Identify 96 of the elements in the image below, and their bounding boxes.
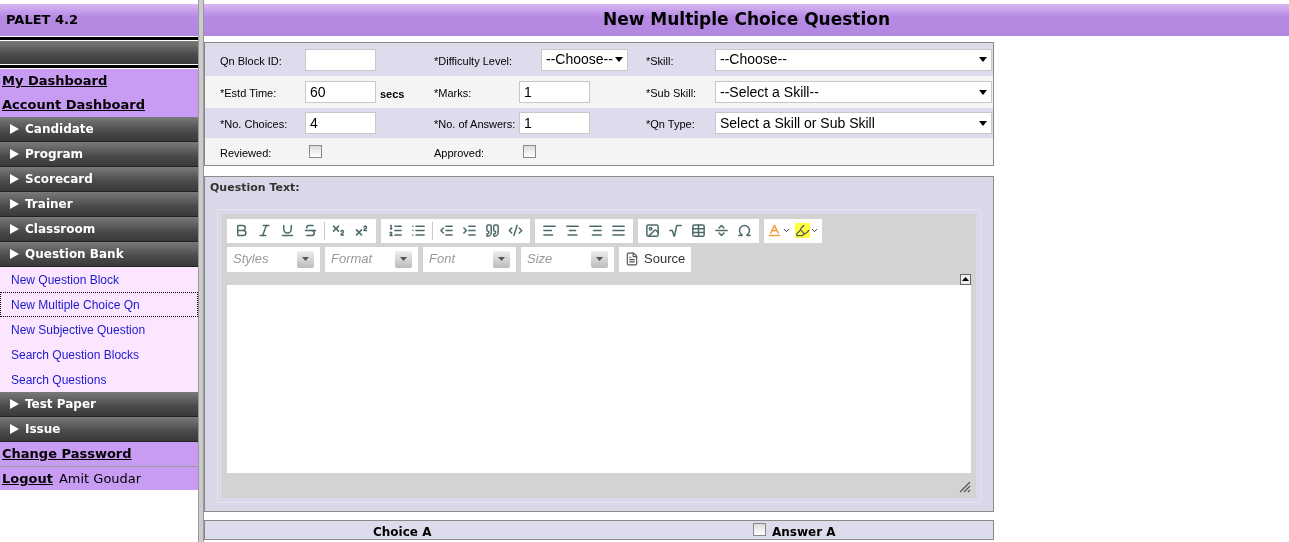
submenu-item[interactable]: Search Question Blocks [0, 342, 198, 367]
text-color-button[interactable] [767, 223, 791, 238]
menu-section[interactable]: Test Paper [0, 392, 198, 417]
highlighter-icon [795, 223, 810, 238]
field-label: *No. of Answers: [434, 118, 516, 130]
checkbox[interactable] [523, 145, 536, 158]
source-button[interactable]: Source [619, 246, 692, 272]
horizontal-rule-icon [714, 223, 729, 238]
triangle-icon [10, 249, 19, 259]
strikethrough-icon [303, 223, 318, 238]
triangle-icon [10, 424, 19, 434]
user-name: Amit Goudar [58, 469, 142, 488]
triangle-icon [10, 174, 19, 184]
text-input[interactable]: 4 [305, 112, 376, 134]
quote-icon [485, 223, 500, 238]
superscript-icon [354, 223, 369, 238]
justify-icon [611, 223, 626, 238]
resize-grip-icon [959, 480, 971, 493]
choice-heading: Choice A [373, 523, 433, 541]
submenu-item[interactable]: Search Questions [0, 367, 198, 392]
section-label: Issue [25, 421, 61, 438]
text-input[interactable]: 1 [519, 112, 590, 134]
section-label: Test Paper [25, 396, 96, 413]
text-input[interactable]: 1 [519, 81, 590, 103]
caret-icon [810, 226, 819, 235]
field-label: *Marks: [434, 87, 472, 99]
submenu-item[interactable]: New Multiple Choice Qn [0, 292, 198, 317]
dropdown-arrow-icon [979, 57, 987, 62]
answer-checkbox[interactable] [753, 522, 766, 536]
dropdown-arrow-icon [615, 57, 623, 62]
italic-icon [257, 223, 272, 238]
document-icon [625, 252, 639, 266]
menu-section[interactable]: Trainer [0, 192, 198, 217]
page-header: New Multiple Choice Question [204, 4, 1289, 36]
table-icon [691, 223, 706, 238]
checkbox[interactable] [309, 145, 322, 158]
outdent-icon [439, 223, 454, 238]
triangle-icon [10, 124, 19, 134]
section-label: Program [25, 146, 84, 163]
field-label: *Sub Skill: [646, 87, 697, 99]
text-input[interactable] [305, 48, 376, 71]
numbered-list-icon [388, 223, 403, 238]
dropdown[interactable]: Select a Skill or Sub Skill [715, 112, 992, 134]
menu-section[interactable]: Question Bank [0, 242, 198, 267]
caret-icon [782, 226, 791, 235]
logout-link[interactable]: Logout [2, 468, 53, 489]
menu-section[interactable]: Classroom [0, 217, 198, 242]
field-label: *Estd Time: [220, 87, 277, 99]
dropdown-arrow-icon [979, 120, 987, 126]
dropdown-arrow-icon [979, 89, 987, 95]
field-label: *Qn Type: [646, 118, 695, 130]
collapse-toolbar-button[interactable] [960, 273, 971, 285]
field-label: *Difficulty Level: [434, 54, 513, 67]
field-label: Approved: [434, 146, 485, 159]
div-icon [508, 223, 523, 238]
bold-icon [234, 223, 249, 238]
indent-icon [462, 223, 477, 238]
triangle-icon [10, 149, 19, 159]
align-right-icon [588, 223, 603, 238]
up-triangle-icon [962, 277, 969, 281]
section-label: Scorecard [25, 171, 93, 188]
underline-icon [280, 223, 295, 238]
subscript-icon [331, 223, 346, 238]
text-input[interactable]: 60 [305, 81, 376, 103]
dropdown[interactable]: --Select a Skill-- [715, 81, 992, 103]
align-left-icon [542, 223, 557, 238]
omega-icon [737, 223, 752, 238]
triangle-icon [10, 224, 19, 234]
field-label: *No. Choices: [220, 118, 288, 130]
menu-section[interactable]: Candidate [0, 117, 198, 142]
field-label: Qn Block ID: [220, 54, 282, 67]
submenu-item[interactable]: New Question Block [0, 267, 198, 292]
unit-label: secs [380, 87, 405, 103]
menu-section[interactable]: Scorecard [0, 167, 198, 192]
answer-heading: Answer A [772, 523, 836, 541]
menu-section[interactable]: Program [0, 142, 198, 167]
triangle-icon [10, 399, 19, 409]
menu-section[interactable]: Issue [0, 417, 198, 442]
background-color-button[interactable] [795, 223, 819, 238]
dropdown[interactable]: --Choose-- [715, 48, 992, 71]
section-label: Classroom [25, 221, 96, 238]
image-icon [645, 223, 660, 238]
section-label: Candidate [25, 121, 94, 138]
dropdown[interactable]: --Choose-- [541, 48, 628, 71]
field-label: Reviewed: [220, 146, 272, 159]
app-title-bar: PALET 4.2 [0, 4, 198, 36]
align-center-icon [565, 223, 580, 238]
text-color-icon [767, 223, 782, 238]
triangle-icon [10, 199, 19, 209]
section-heading: Question Text: [209, 180, 301, 196]
section-label: Trainer [25, 196, 73, 213]
section-label: Question Bank [25, 246, 124, 263]
submenu-item[interactable]: New Subjective Question [0, 317, 198, 342]
square-root-icon [668, 223, 683, 238]
bullet-list-icon [411, 223, 426, 238]
field-label: *Skill: [646, 54, 674, 67]
